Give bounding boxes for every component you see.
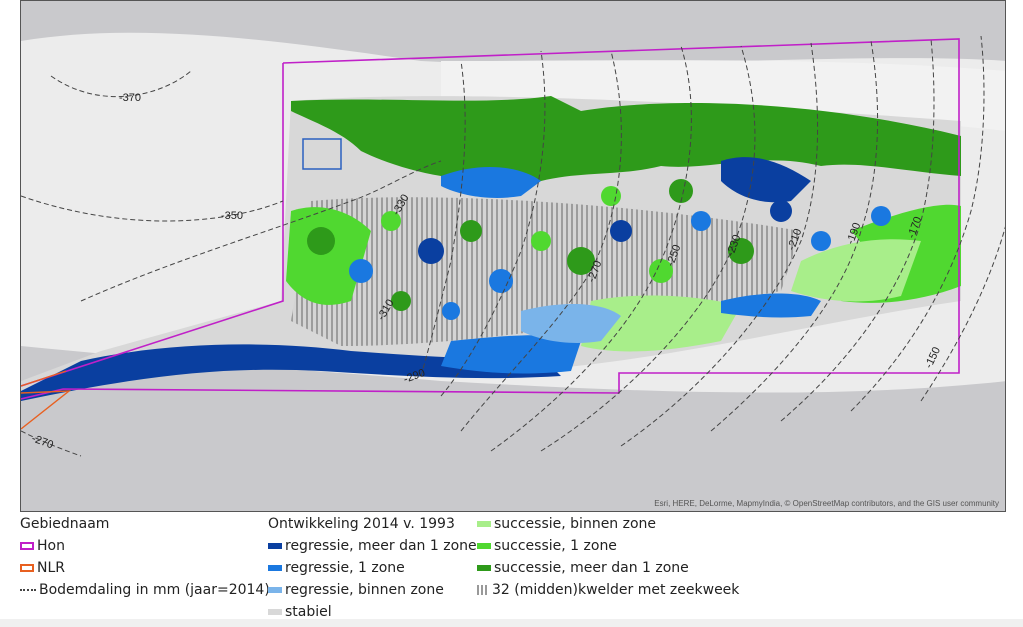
swatch — [477, 543, 491, 549]
map-attribution: Esri, HERE, DeLorme, MapmyIndia, © OpenS… — [654, 499, 999, 508]
legend-label: successie, 1 zone — [494, 538, 617, 554]
map-canvas: -370 -350 -330 -310 -290 -270 -270 -250 … — [21, 32, 1005, 457]
legend-label: successie, meer dan 1 zone — [494, 560, 689, 576]
legend-item-successie-binnen: successie, binnen zone — [477, 513, 739, 535]
legend-ontwikkeling: Ontwikkeling 2014 v. 1993 regressie, mee… — [268, 513, 477, 623]
legend-label: Hon — [37, 538, 65, 554]
legend-item-hatch: 32 (midden)kwelder met zeekweek — [477, 579, 739, 601]
legend-label: regressie, binnen zone — [285, 582, 444, 598]
legend-label: regressie, 1 zone — [285, 560, 405, 576]
legend-successie: successie, binnen zone successie, 1 zone… — [477, 513, 739, 601]
hatch-swatch — [477, 585, 487, 595]
legend-item-successie-meer: successie, meer dan 1 zone — [477, 557, 739, 579]
contour-label: -270 — [30, 433, 55, 452]
swatch — [268, 587, 282, 593]
swatch — [268, 609, 282, 615]
legend-label: NLR — [37, 560, 65, 576]
hon-swatch — [20, 542, 34, 550]
map-view[interactable]: -370 -350 -330 -310 -290 -270 -270 -250 … — [20, 0, 1006, 512]
legend-item-regressie-meer: regressie, meer dan 1 zone — [268, 535, 477, 557]
legend-label: Bodemdaling in mm (jaar=2014) — [39, 582, 270, 598]
legend-item-nlr: NLR — [20, 557, 270, 579]
swatch — [268, 543, 282, 549]
legend-item-regressie-binnen: regressie, binnen zone — [268, 579, 477, 601]
legend-item-successie-1: successie, 1 zone — [477, 535, 739, 557]
swatch — [477, 565, 491, 571]
legend-item-bodemdaling: Bodemdaling in mm (jaar=2014) — [20, 579, 270, 601]
legend-gebiednaam: Gebiednaam Hon NLR Bodemdaling in mm (ja… — [20, 513, 270, 601]
swatch — [268, 565, 282, 571]
legend-label: regressie, meer dan 1 zone — [285, 538, 477, 554]
legend-item-hon: Hon — [20, 535, 270, 557]
legend-title: Ontwikkeling 2014 v. 1993 — [268, 516, 455, 532]
legend-item-regressie-1: regressie, 1 zone — [268, 557, 477, 579]
legend-title: Gebiednaam — [20, 516, 110, 532]
contour-label: -350 — [221, 210, 243, 222]
bottom-bar — [0, 619, 1023, 627]
swatch — [477, 521, 491, 527]
contour-label: -370 — [119, 92, 141, 104]
legend-label: successie, binnen zone — [494, 516, 657, 532]
dotted-line-swatch — [20, 589, 36, 591]
nlr-swatch — [20, 564, 34, 572]
legend-label: 32 (midden)kwelder met zeekweek — [492, 582, 740, 598]
